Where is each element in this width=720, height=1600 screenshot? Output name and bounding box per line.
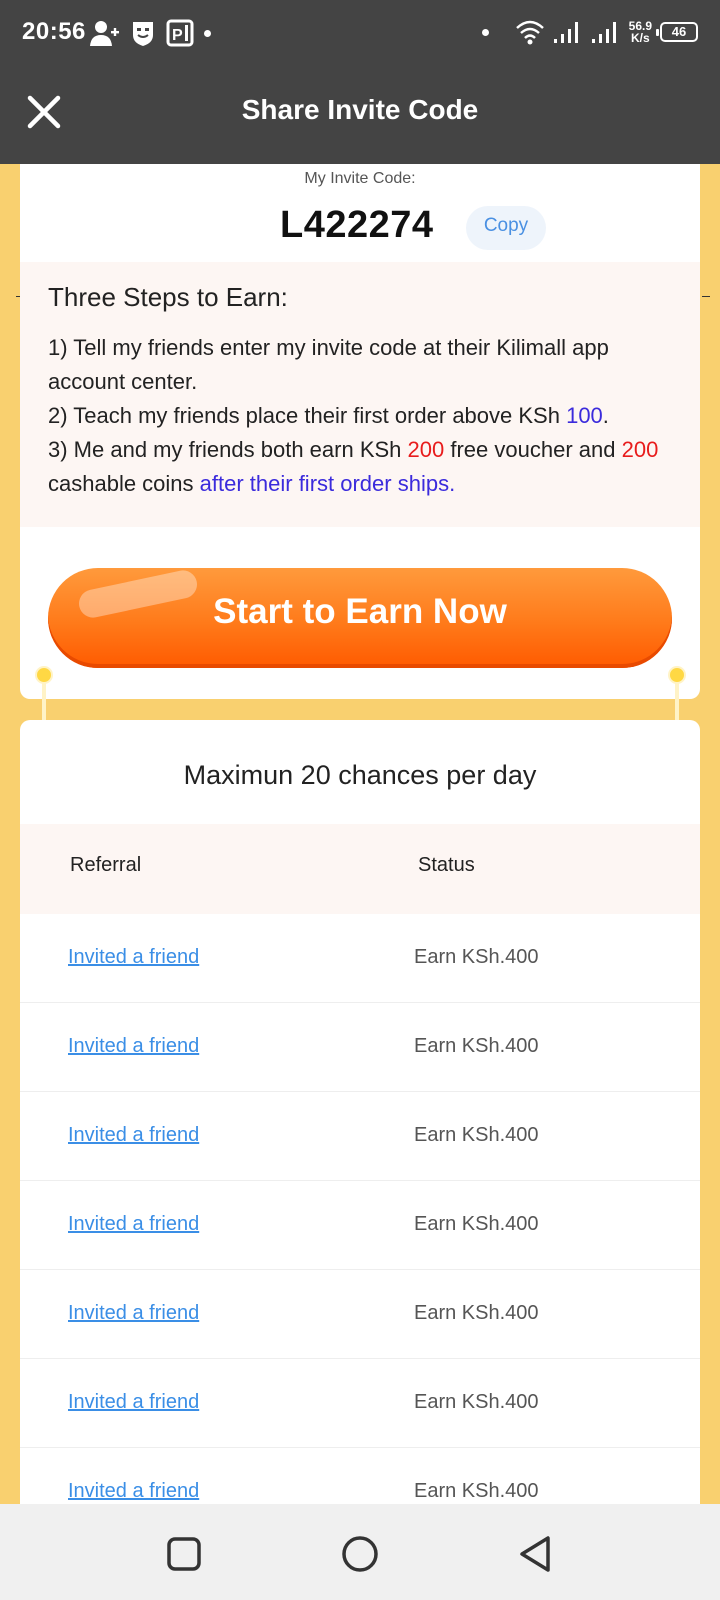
status-icons-right: 56.9 K/s 46	[481, 16, 698, 48]
step-2: 2) Teach my friends place their first or…	[48, 399, 672, 433]
referral-table-header: Referral Status	[20, 824, 700, 914]
referral-link[interactable]: Invited a friend	[68, 1480, 199, 1503]
referral-status: Earn KSh.400	[414, 1391, 539, 1413]
referral-link[interactable]: Invited a friend	[68, 1124, 199, 1147]
dot-icon	[481, 28, 489, 36]
referral-link[interactable]: Invited a friend	[68, 1213, 199, 1236]
table-row: Invited a friend Earn KSh.400	[20, 1181, 700, 1270]
app-bar: Share Invite Code	[0, 64, 720, 164]
step-2-text: 2) Teach my friends place their first or…	[48, 403, 567, 428]
step-3-mid-text: free voucher and	[444, 437, 622, 462]
copy-button[interactable]: Copy	[466, 206, 546, 250]
side-divider-right	[702, 296, 710, 297]
step-2-amount: 100	[566, 403, 603, 428]
bead-left-top	[35, 666, 53, 684]
step-1: 1) Tell my friends enter my invite code …	[48, 335, 609, 394]
system-nav-bar	[0, 1504, 720, 1600]
referral-status: Earn KSh.400	[414, 1035, 539, 1057]
table-row: Invited a friend Earn KSh.400	[20, 1092, 700, 1181]
table-row: Invited a friend Earn KSh.400	[20, 1003, 700, 1092]
status-time: 20:56	[22, 18, 86, 45]
battery-level: 46	[671, 24, 687, 39]
daily-chances-text: Maximun 20 chances per day	[183, 760, 537, 790]
referral-status: Earn KSh.400	[414, 1213, 539, 1235]
parking-app-icon: P	[166, 19, 194, 47]
referral-status: Earn KSh.400	[414, 1302, 539, 1324]
battery-icon: 46	[656, 22, 698, 42]
notification-dot-icon	[204, 29, 211, 37]
home-icon[interactable]	[338, 1532, 382, 1576]
step-3-coins-text: cashable coins	[48, 471, 200, 496]
step-3-condition: after their first order ships.	[199, 471, 456, 496]
status-bar: 20:56 P 56.9 K/s 46	[0, 0, 720, 64]
invite-card: My Invite Code: L422274 Copy Three Steps…	[20, 164, 700, 699]
signal-icon	[553, 22, 578, 43]
step-3-coins-amount: 200	[621, 437, 659, 462]
network-speed: 56.9 K/s	[629, 20, 652, 44]
invite-code-label: My Invite Code:	[304, 170, 416, 187]
step-2-suffix: .	[602, 403, 609, 428]
step-3-voucher-amount: 200	[407, 437, 445, 462]
earn-steps-panel: Three Steps to Earn: 1) Tell my friends …	[20, 262, 700, 527]
referral-list: Invited a friend Earn KSh.400 Invited a f…	[20, 914, 700, 1520]
step-3-text: 3) Me and my friends both earn KSh	[48, 437, 408, 462]
start-earn-button-label: Start to Earn Now	[213, 592, 507, 631]
back-icon[interactable]	[514, 1532, 558, 1576]
status-icons-left: P	[90, 18, 211, 48]
referral-status: Earn KSh.400	[414, 1124, 539, 1146]
wifi-icon	[515, 20, 544, 45]
referral-link[interactable]: Invited a friend	[68, 1302, 199, 1325]
steps-heading: Three Steps to Earn:	[48, 282, 288, 312]
invite-code-value: L422274	[280, 204, 434, 246]
referral-status: Earn KSh.400	[414, 1480, 539, 1502]
start-earn-button[interactable]: Start to Earn Now	[48, 568, 672, 668]
svg-text:P: P	[172, 27, 183, 44]
table-row: Invited a friend Earn KSh.400	[20, 914, 700, 1003]
shield-face-icon	[133, 22, 153, 46]
signal-icon	[591, 22, 616, 43]
column-referral: Referral	[70, 854, 142, 876]
referral-status: Earn KSh.400	[414, 946, 539, 968]
add-person-icon	[90, 21, 119, 46]
referral-link[interactable]: Invited a friend	[68, 1391, 199, 1414]
table-row: Invited a friend Earn KSh.400	[20, 1359, 700, 1448]
referral-card: Maximun 20 chances per day Referral Stat…	[20, 720, 700, 1520]
step-3: 3) Me and my friends both earn KSh 200 f…	[48, 433, 672, 501]
page-title: Share Invite Code	[241, 94, 479, 125]
table-row: Invited a friend Earn KSh.400	[20, 1270, 700, 1359]
referral-link[interactable]: Invited a friend	[68, 1035, 199, 1058]
recent-apps-icon[interactable]	[162, 1532, 206, 1576]
column-status: Status	[418, 854, 475, 876]
network-speed-unit: K/s	[630, 31, 650, 45]
bead-right-top	[668, 666, 686, 684]
referral-link[interactable]: Invited a friend	[68, 946, 199, 969]
